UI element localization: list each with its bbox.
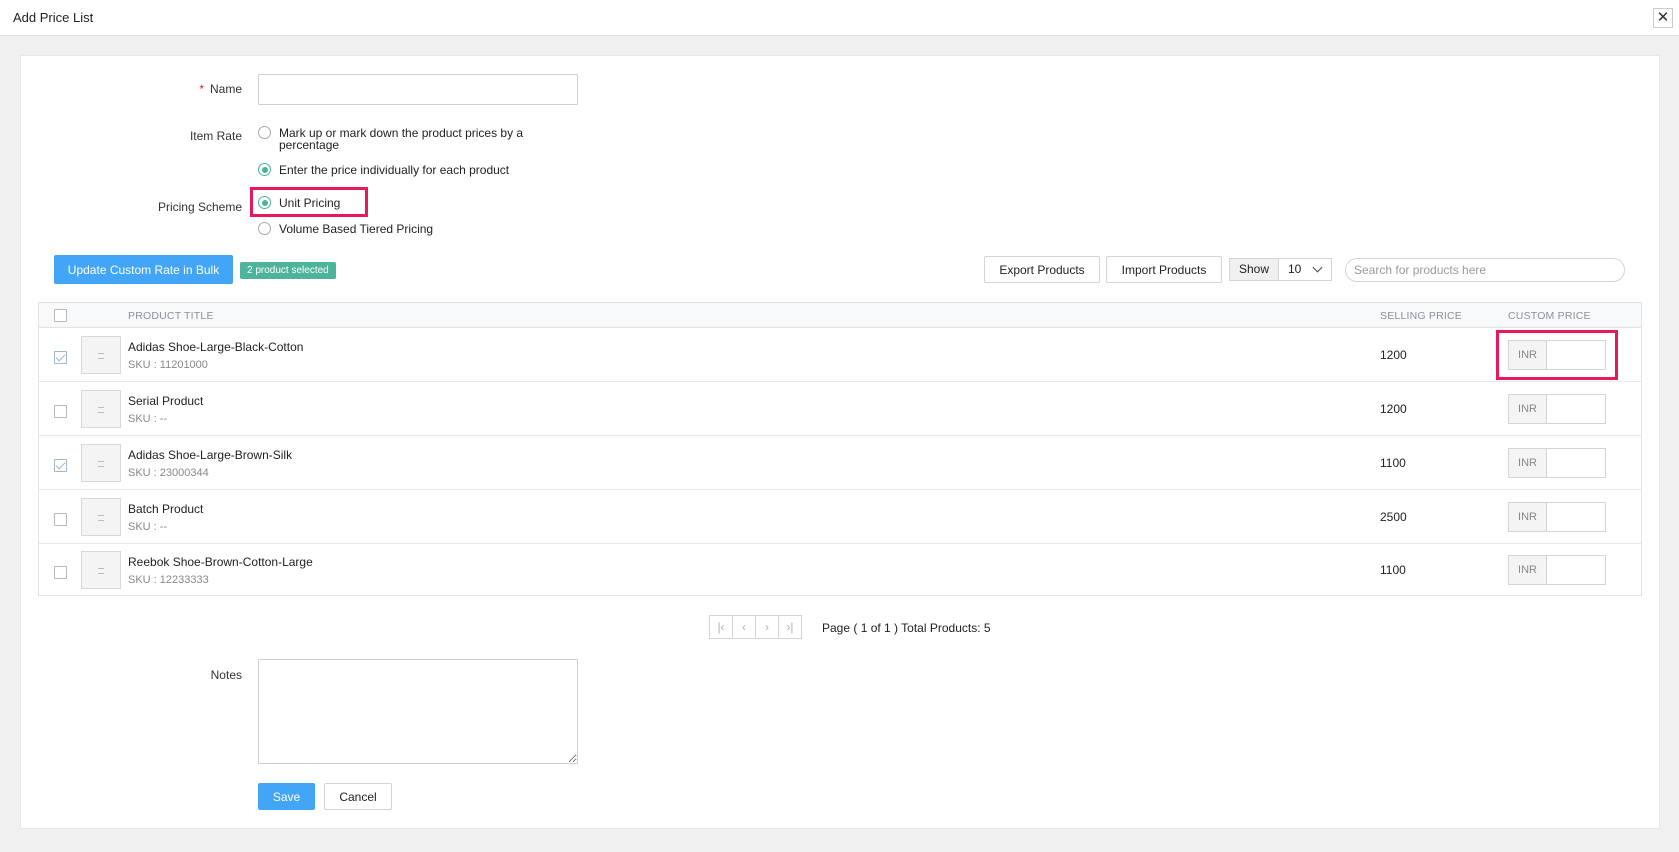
custom-price-input[interactable]: INR: [1508, 394, 1606, 424]
last-page-icon[interactable]: ›|: [778, 615, 802, 639]
selected-count-badge: 2 product selected: [240, 262, 336, 279]
header-custom-price: CUSTOM PRICE: [1508, 310, 1591, 322]
item-rate-radio-individual[interactable]: [258, 163, 271, 176]
table-row: Serial Product SKU : -- 1200 INR: [39, 382, 1641, 436]
product-thumbnail: [81, 498, 121, 536]
currency-label: INR: [1509, 503, 1547, 531]
export-products-button[interactable]: Export Products: [984, 256, 1100, 283]
pricing-radio-unit[interactable]: [258, 196, 271, 209]
product-title: Reebok Shoe-Brown-Cotton-Large: [128, 555, 313, 569]
pricing-radio-tiered[interactable]: [258, 222, 271, 235]
row-checkbox[interactable]: [54, 459, 67, 472]
cancel-button[interactable]: Cancel: [324, 783, 392, 810]
import-products-button[interactable]: Import Products: [1106, 256, 1222, 283]
name-label: * Name: [199, 82, 242, 96]
product-thumbnail: [81, 444, 121, 482]
pricing-option-unit: Unit Pricing: [279, 196, 341, 210]
dialog-title: Add Price List: [13, 10, 94, 25]
selling-price: 1200: [1380, 348, 1407, 362]
product-sku: SKU : --: [128, 413, 168, 425]
product-sku: SKU : 12233333: [128, 574, 209, 586]
selling-price: 1200: [1380, 402, 1407, 416]
product-sku: SKU : 23000344: [128, 467, 209, 479]
custom-price-input[interactable]: INR: [1508, 448, 1606, 478]
pricing-option-tiered: Volume Based Tiered Pricing: [279, 222, 434, 236]
pagination-info: Page ( 1 of 1 ) Total Products: 5: [822, 621, 991, 635]
product-title: Adidas Shoe-Large-Black-Cotton: [128, 340, 304, 354]
product-sku: SKU : 11201000: [128, 359, 208, 371]
select-all-checkbox[interactable]: [54, 309, 67, 322]
product-title: Adidas Shoe-Large-Brown-Silk: [128, 448, 293, 462]
dialog-header: Add Price List ✕: [0, 0, 1679, 36]
close-icon[interactable]: ✕: [1653, 8, 1673, 28]
row-checkbox[interactable]: [54, 513, 67, 526]
product-sku: SKU : --: [128, 521, 168, 533]
product-thumbnail: [81, 336, 121, 374]
item-rate-label: Item Rate: [189, 129, 242, 143]
name-input[interactable]: [258, 74, 578, 105]
item-rate-option-individual: Enter the price individually for each pr…: [279, 163, 510, 177]
page-size-select[interactable]: Show 10: [1229, 258, 1332, 281]
product-title: Batch Product: [128, 502, 204, 516]
header-product-title: PRODUCT TITLE: [128, 310, 214, 322]
row-checkbox[interactable]: [54, 351, 67, 364]
product-thumbnail: [81, 551, 121, 589]
selling-price: 1100: [1380, 563, 1406, 577]
custom-price-input[interactable]: INR: [1508, 502, 1606, 532]
next-page-icon[interactable]: ›: [755, 615, 779, 639]
row-checkbox[interactable]: [54, 566, 67, 579]
table-header: PRODUCT TITLE SELLING PRICE CUSTOM PRICE: [39, 303, 1641, 328]
table-row: Batch Product SKU : -- 2500 INR: [39, 490, 1641, 544]
save-button[interactable]: Save: [258, 783, 315, 810]
product-title: Serial Product: [128, 394, 204, 408]
table-row: Adidas Shoe-Large-Brown-Silk SKU : 23000…: [39, 436, 1641, 490]
item-rate-option-percentage: Mark up or mark down the product prices …: [279, 126, 524, 152]
header-selling-price: SELLING PRICE: [1380, 310, 1462, 322]
required-mark: *: [199, 82, 204, 96]
selling-price: 2500: [1380, 510, 1407, 524]
product-search-input[interactable]: Search for products here: [1345, 258, 1625, 282]
notes-textarea[interactable]: [258, 659, 578, 764]
pricing-scheme-label: Pricing Scheme: [157, 200, 242, 214]
update-custom-rate-bulk-button[interactable]: Update Custom Rate in Bulk: [54, 255, 233, 284]
custom-price-input[interactable]: INR: [1508, 555, 1606, 585]
currency-label: INR: [1509, 449, 1547, 477]
item-rate-radio-percentage[interactable]: [258, 126, 271, 139]
show-label: Show: [1230, 259, 1279, 280]
custom-price-highlight: [1496, 330, 1618, 380]
page-size-value: 10: [1288, 262, 1302, 276]
row-checkbox[interactable]: [54, 405, 67, 418]
table-row: Adidas Shoe-Large-Black-Cotton SKU : 112…: [39, 328, 1641, 382]
notes-label: Notes: [210, 668, 242, 682]
product-thumbnail: [81, 390, 121, 428]
products-table: PRODUCT TITLE SELLING PRICE CUSTOM PRICE…: [38, 302, 1642, 596]
first-page-icon[interactable]: |‹: [709, 615, 733, 639]
selling-price: 1100: [1380, 456, 1406, 470]
table-row: Reebok Shoe-Brown-Cotton-Large SKU : 122…: [39, 543, 1641, 597]
pagination: |‹ ‹ › ›|: [709, 615, 802, 639]
currency-label: INR: [1509, 556, 1547, 584]
prev-page-icon[interactable]: ‹: [732, 615, 756, 639]
chevron-down-icon: [1312, 262, 1323, 273]
currency-label: INR: [1509, 395, 1547, 423]
